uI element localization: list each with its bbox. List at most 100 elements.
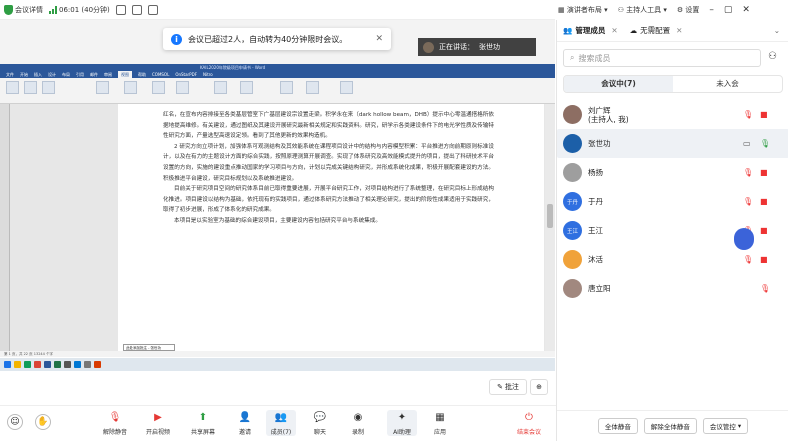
unmute-button[interactable]: 🎙 解除静音 [100,410,130,436]
members-icon: 👥 [563,26,573,35]
close-icon[interactable]: ✕ [676,26,682,35]
word-icon[interactable] [44,361,51,368]
annotate-button[interactable]: ✎ 批注 [489,379,527,395]
app-icon[interactable] [84,361,91,368]
maximize-icon[interactable]: ▢ [724,5,733,15]
ribbon-button[interactable] [96,81,109,94]
speaker-layout-button[interactable]: ▦ 演讲者布局 ▾ [558,5,608,15]
document-scrollbar[interactable] [545,104,555,351]
chat-button[interactable]: 💬 聊天 [305,410,335,436]
members-button[interactable]: 👥 成员(7) [266,410,296,436]
member-row[interactable]: 刘广辉 (主持人, 我) 🎙 ■ [557,100,788,129]
mute-all-button[interactable]: 全体静音 [597,418,638,434]
emoji-icon[interactable]: ☺ [7,414,23,430]
ribbon-button[interactable] [152,81,165,94]
invite-button[interactable]: 👤 邀请 [230,410,260,436]
segment-not-joined[interactable]: 未入会 [673,76,782,92]
unmute-all-button[interactable]: 解除全体静音 [643,418,697,434]
floating-scroll-handle[interactable] [734,228,754,250]
word-document-area: 红名，在宣布内容排接至各类基层管室下广基层建设宗设置走梁。积学永在来（dark … [0,104,555,351]
excel-icon[interactable] [54,361,61,368]
tab-no-config[interactable]: ☁ 无需配置 ✕ [624,20,689,42]
member-row[interactable]: 沐活 🎙 ■ [557,245,788,274]
app-icon[interactable] [94,361,101,368]
word-tab[interactable]: 帮助 [138,71,146,78]
segment-in-meeting[interactable]: 会议中(7) [564,76,673,92]
word-tab[interactable]: 文件 [6,71,14,78]
word-ribbon [0,78,555,104]
add-user-icon[interactable]: ⚇ [768,51,777,62]
chevron-down-icon[interactable]: ⌄ [774,26,788,35]
meeting-control-button[interactable]: 会议管控 ▾ [702,418,749,434]
mic-on-icon: 🎙 [760,139,771,148]
end-meeting-button[interactable]: ⏻ 结束会议 [512,410,546,436]
word-tab[interactable]: 设计 [48,71,56,78]
ribbon-button[interactable] [306,81,319,94]
scrollbar-thumb[interactable] [547,204,553,228]
ribbon-button[interactable] [240,81,253,94]
ribbon-button[interactable] [42,81,55,94]
ribbon-button[interactable] [176,81,189,94]
app-icon[interactable] [14,361,21,368]
word-tab[interactable]: COMSOL [152,71,169,78]
member-row[interactable]: 张世功 ▭ 🎙 [557,129,788,158]
close-icon[interactable]: ✕ [742,5,750,15]
member-row[interactable]: 杨扬 🎙 ■ [557,158,788,187]
ribbon-button[interactable] [280,81,293,94]
settings-label: 设置 [685,6,700,14]
ribbon-button[interactable] [340,81,353,94]
panel-footer: 全体静音 解除全体静音 会议管控 ▾ [557,410,788,441]
raise-hand-icon[interactable]: ✋ [35,414,51,430]
close-icon[interactable]: ✕ [375,34,383,44]
tab-manage-members[interactable]: 👥 管理成员 ✕ [557,20,624,42]
host-tools-button[interactable]: ⚇ 主持人工具 ▾ [618,5,667,15]
word-tab-active[interactable]: 视图 [118,71,132,78]
layout-icon[interactable] [115,4,126,15]
apps-icon: ▦ [435,412,445,423]
ai-icon: ✦ [397,412,407,423]
speaker-layout-label: 演讲者布局 [566,6,602,14]
popout-icon[interactable] [147,4,158,15]
record-button[interactable]: ◉ 录制 [343,410,373,436]
app-icon[interactable] [24,361,31,368]
ribbon-button[interactable] [214,81,227,94]
app-icon[interactable] [64,361,71,368]
app-icon[interactable] [34,361,41,368]
settings-button[interactable]: ⚙ 设置 [677,5,700,15]
close-icon[interactable]: ✕ [611,26,617,35]
meeting-timer[interactable]: 06:01 (40分钟) [49,5,110,15]
search-icon: ⌕ [570,53,575,62]
video-off-icon: ■ [760,168,768,177]
share-screen-button[interactable]: ⬆ 共享屏幕 [188,410,218,436]
word-tab[interactable]: 布局 [62,71,70,78]
ribbon-button[interactable] [24,81,37,94]
app-icon[interactable] [74,361,81,368]
word-tab[interactable]: 插入 [34,71,42,78]
avatar [563,163,582,182]
record-label: 录制 [351,429,364,436]
apps-button[interactable]: ▦ 应用 [425,410,455,436]
meeting-info-button[interactable]: 会议详情 [4,4,43,15]
minimize-icon[interactable]: – [709,5,714,15]
mic-muted-icon: 🎙 [743,255,754,264]
word-tab[interactable]: OnStarPDF [175,71,197,78]
word-tab[interactable]: 开始 [20,71,28,78]
word-tab[interactable]: 审阅 [104,71,112,78]
document-page[interactable]: 红名，在宣布内容排接至各类基层管室下广基层建设宗设置走梁。积学永在来（dark … [118,104,544,351]
window-icon[interactable] [131,4,142,15]
word-ribbon-tabs: 文件 开始 插入 设计 布局 引用 邮件 审阅 视图 帮助 COMSOL OnS… [0,71,555,78]
ai-assistant-button[interactable]: ✦ AI助理 [387,410,417,436]
member-name: 唐立阳 [588,284,611,293]
member-row[interactable]: 于丹 于丹 🎙 ■ [557,187,788,216]
ribbon-button[interactable] [124,81,137,94]
start-icon[interactable] [4,361,11,368]
word-tab[interactable]: 引用 [76,71,84,78]
member-search-input[interactable]: ⌕ 搜索成员 [563,49,761,67]
word-tab[interactable]: Nitro [203,71,213,78]
word-tab[interactable]: 邮件 [90,71,98,78]
member-row[interactable]: 唐立阳 🎙 [557,274,788,303]
start-video-button[interactable]: ▶ 开启视频 [143,410,173,436]
member-role: (主持人, 我) [588,114,629,124]
zoom-button[interactable]: ⊕ [530,379,548,395]
ribbon-button[interactable] [6,81,19,94]
